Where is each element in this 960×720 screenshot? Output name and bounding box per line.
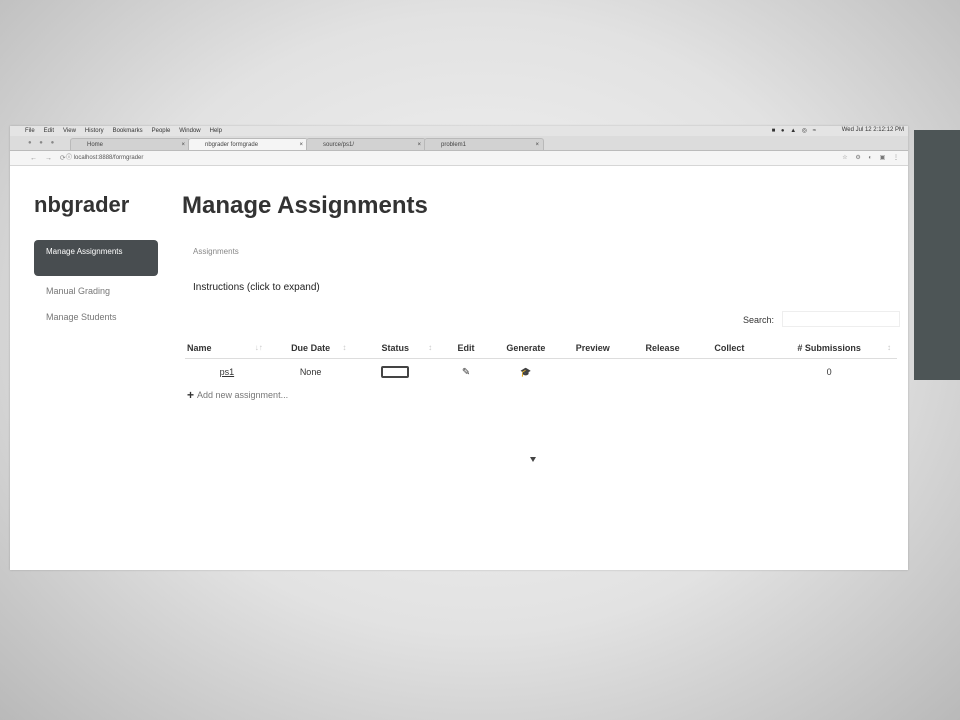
column-edit: Edit (438, 338, 494, 359)
nav-arrows-icon[interactable]: ← → ⟳ (30, 154, 69, 162)
info-icon: ⓘ (66, 155, 74, 161)
column-label: Name (187, 343, 212, 353)
graduation-cap-icon[interactable]: 🎓 (520, 367, 531, 377)
release-cell (628, 359, 698, 386)
close-icon[interactable]: × (535, 139, 539, 150)
column-collect: Collect (697, 338, 762, 359)
sort-icon[interactable]: ↕ (342, 343, 346, 352)
edit-cell: ✎ (438, 359, 494, 386)
column-submissions[interactable]: # Submissions ↕ (761, 338, 897, 359)
collect-cell (697, 359, 761, 386)
app-title: nbgrader (34, 192, 130, 217)
column-label: Due Date (291, 343, 331, 353)
tab-label: Home (87, 142, 104, 148)
column-label: Status (381, 343, 410, 353)
sort-icon[interactable]: ↓↑ (255, 343, 263, 352)
sidebar-item-manual-grading[interactable]: Manual Grading (46, 286, 110, 296)
tab-label: problem1 (441, 142, 467, 148)
breadcrumb[interactable]: Assignments (193, 247, 239, 256)
tab-source[interactable]: source/ps1/ × (306, 138, 426, 150)
close-icon[interactable]: × (181, 139, 185, 150)
assignments-table: Name ↓↑ Due Date ↕ Status ↕ Edit Generat… (185, 338, 897, 385)
sort-icon[interactable]: ↕ (428, 343, 432, 352)
close-icon[interactable]: × (417, 139, 421, 150)
column-name[interactable]: Name ↓↑ (185, 338, 269, 359)
browser-tab-bar: ● ● ● Home × nbgrader formgrade × source… (10, 136, 908, 151)
column-label: # Submissions (797, 343, 861, 353)
column-generate: Generate (493, 338, 558, 359)
url-bar[interactable]: ⓘ localhost:8888/formgrader (66, 153, 801, 163)
column-release: Release (627, 338, 698, 359)
menu-clock[interactable]: Wed Jul 12 2:12:12 PM (842, 127, 904, 133)
menu-people[interactable]: People (152, 128, 171, 134)
close-icon[interactable]: × (299, 139, 303, 150)
preview-cell (558, 359, 628, 386)
due-date-cell: None (299, 367, 322, 377)
browser-window: File Edit View History Bookmarks People … (10, 126, 908, 570)
plus-icon: + (187, 388, 195, 402)
add-assignment-label: Add new assignment... (197, 390, 289, 400)
tab-problem1[interactable]: problem1 × (424, 138, 544, 150)
add-assignment-button[interactable]: + Add new assignment... (187, 388, 288, 402)
tab-label: nbgrader formgrade (205, 142, 259, 148)
browser-toolbar: ← → ⟳ ⓘ localhost:8888/formgrader ☆ ⚙ ◐ … (10, 151, 908, 166)
assignment-link[interactable]: ps1 (220, 367, 235, 377)
page-title: Manage Assignments (182, 192, 428, 219)
url-text: localhost:8888/formgrader (73, 155, 144, 161)
column-due-date[interactable]: Due Date ↕ (268, 338, 353, 359)
search-label: Search: (743, 315, 775, 325)
column-preview: Preview (557, 338, 628, 359)
tab-home[interactable]: Home × (70, 138, 190, 150)
status-icons[interactable]: ■ ● ▲ ◎ ≈ (772, 127, 818, 134)
menu-window[interactable]: Window (179, 128, 200, 134)
menu-view[interactable]: View (63, 128, 76, 134)
menu-history[interactable]: History (85, 128, 104, 134)
status-box-icon (381, 366, 410, 378)
tab-label: source/ps1/ (323, 142, 355, 148)
search-input[interactable] (782, 311, 900, 327)
toolbar-icons[interactable]: ☆ ⚙ ◐ ▣ ⋮ (842, 154, 902, 161)
instructions-toggle[interactable]: Instructions (click to expand) (193, 282, 320, 293)
sidebar-item-manage-students[interactable]: Manage Students (46, 312, 117, 322)
menu-bookmarks[interactable]: Bookmarks (113, 128, 143, 134)
table-header-row: Name ↓↑ Due Date ↕ Status ↕ Edit Generat… (185, 338, 897, 359)
sidebar-item-manage-assignments[interactable]: Manage Assignments (34, 240, 158, 276)
menu-edit[interactable]: Edit (44, 128, 54, 134)
generate-cell: 🎓 (494, 359, 558, 386)
mouse-cursor-icon (530, 457, 536, 462)
sort-icon[interactable]: ↕ (887, 343, 891, 352)
pencil-icon[interactable]: ✎ (462, 367, 470, 378)
desktop-side-panel (914, 130, 960, 380)
assignment-name-cell: ps1 (185, 359, 269, 386)
menu-file[interactable]: File (25, 128, 35, 134)
table-row: ps1 None ✎ 🎓 0 (185, 359, 897, 386)
window-controls-icon[interactable]: ● ● ● (28, 140, 57, 146)
os-menu-bar: File Edit View History Bookmarks People … (10, 126, 908, 136)
menu-help[interactable]: Help (210, 128, 222, 134)
submissions-cell: 0 (826, 367, 832, 377)
tab-formgrade[interactable]: nbgrader formgrade × (188, 138, 308, 150)
status-cell (352, 359, 438, 386)
column-status[interactable]: Status ↕ (352, 338, 439, 359)
